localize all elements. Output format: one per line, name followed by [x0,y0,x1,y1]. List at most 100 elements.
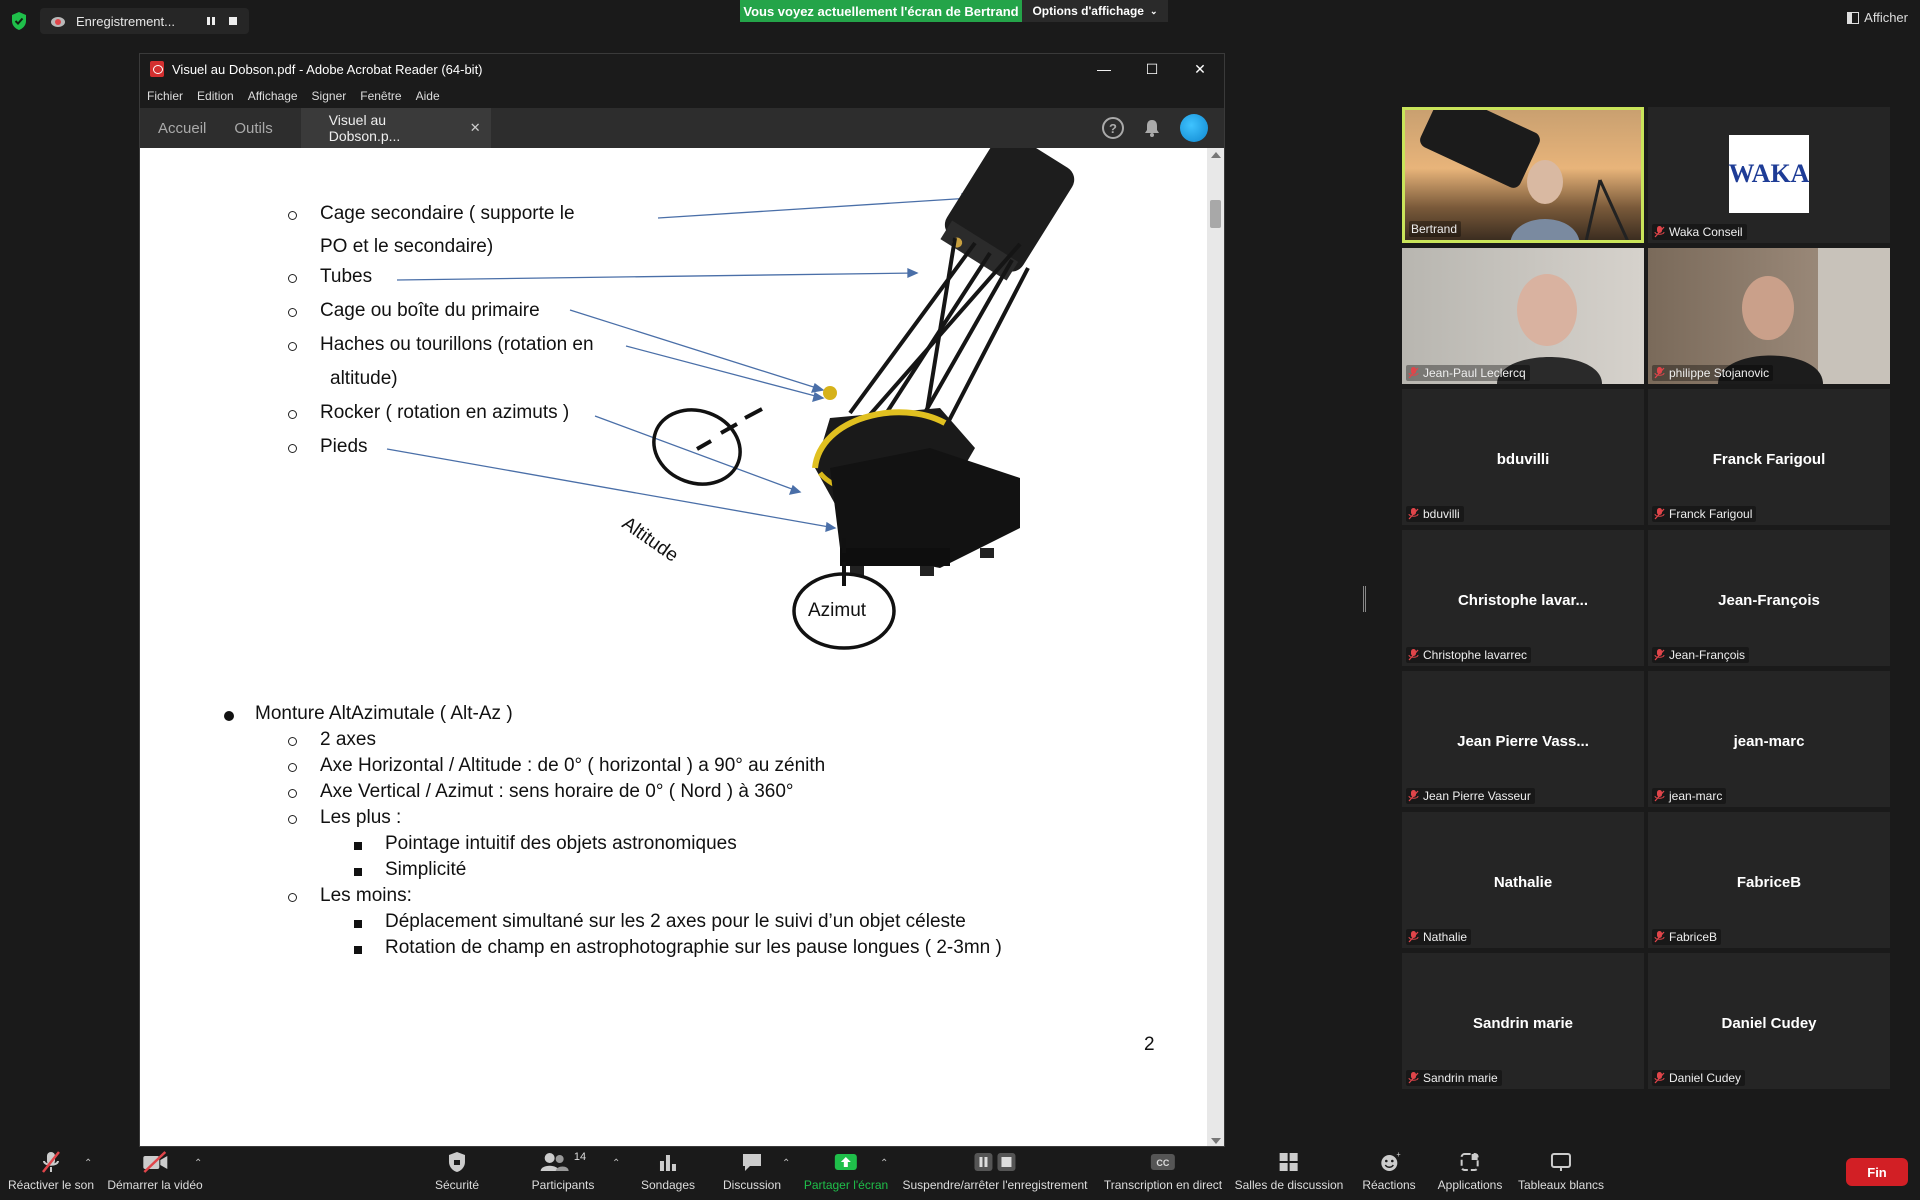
participant-name: Nathalie [1423,930,1468,944]
reactions-button[interactable]: + Réactions [1362,1150,1415,1192]
apps-icon [1460,1150,1480,1174]
account-avatar[interactable] [1180,114,1208,142]
participant-tile[interactable]: Franck Farigoul Franck Farigoul [1648,389,1890,525]
dobson-telescope-illustration [386,148,1075,650]
bullet [354,920,362,928]
participant-tile[interactable]: WAKA Waka Conseil [1648,107,1890,243]
mount-item-altitude: Axe Horizontal / Altitude : de 0° ( hori… [320,755,826,776]
bullet [354,946,362,954]
chat-button[interactable]: Discussion [723,1150,781,1192]
participant-tile[interactable]: Jean-Paul Leclercq [1402,248,1644,384]
security-button[interactable]: Sécurité [435,1150,479,1192]
muted-mic-icon [1408,1072,1419,1084]
bullet [288,763,297,772]
unmute-button[interactable]: Réactiver le son [8,1150,94,1192]
bell-icon[interactable] [1142,118,1162,138]
maximize-icon[interactable]: ☐ [1128,54,1176,84]
shield-icon[interactable] [10,11,28,31]
mount-pro-pointing: Pointage intuitif des objets astronomiqu… [385,833,737,854]
vertical-scrollbar[interactable] [1207,148,1224,1146]
menu-affichage[interactable]: Affichage [248,89,298,103]
svg-text:CC: CC [1157,1158,1170,1168]
end-meeting-button[interactable]: Fin [1846,1158,1908,1186]
mount-con-field-rotation: Rotation de champ en astrophotographie s… [385,937,1002,958]
participant-tile[interactable]: Jean-François Jean-François [1648,530,1890,666]
grid-icon [1279,1150,1299,1174]
participant-display-name: FabriceB [1736,874,1802,891]
participant-tile[interactable]: Daniel Cudey Daniel Cudey [1648,953,1890,1089]
help-icon[interactable]: ? [1102,117,1124,139]
tab-close-icon[interactable]: ✕ [470,120,481,136]
participant-display-name: Sandrin marie [1472,1015,1574,1032]
acrobat-window: Visuel au Dobson.pdf - Adobe Acrobat Rea… [139,53,1225,1147]
participant-display-name: Jean Pierre Vass... [1457,733,1589,750]
participant-tile[interactable]: Christophe lavar... Christophe lavarrec [1402,530,1644,666]
chat-options-caret[interactable]: ⌃ [782,1158,790,1169]
live-transcript-button[interactable]: CC Transcription en direct [1104,1150,1222,1192]
bullet [288,737,297,746]
mount-pro-simplicity: Simplicité [385,859,467,880]
polls-label: Sondages [640,1178,696,1192]
cloud-recording-icon [51,17,65,27]
scroll-thumb[interactable] [1210,200,1221,228]
audio-options-caret[interactable]: ⌃ [84,1158,92,1169]
tab-home[interactable]: Accueil [140,108,224,148]
participant-display-name: jean-marc [1733,733,1805,750]
close-icon[interactable]: ✕ [1176,54,1224,84]
breakout-rooms-button[interactable]: Salles de discussion [1235,1150,1343,1192]
minimize-icon[interactable]: — [1080,54,1128,84]
participant-video [1648,248,1890,384]
participant-tile[interactable]: FabriceB FabriceB [1648,812,1890,948]
security-label: Sécurité [434,1178,480,1192]
polls-button[interactable]: Sondages [641,1150,695,1192]
mount-item-azimut: Axe Vertical / Azimut : sens horaire de … [320,781,794,802]
participant-display-name: bduvilli [1496,451,1550,468]
menu-edition[interactable]: Edition [197,89,234,103]
menu-aide[interactable]: Aide [416,89,440,103]
bar-chart-icon [658,1150,678,1174]
muted-mic-icon [1654,508,1665,520]
mount-item-cons: Les moins: [320,885,412,906]
muted-mic-icon [1654,649,1665,661]
view-options-button[interactable]: Options d'affichage ⌄ [1022,0,1168,22]
participant-display-name: Christophe lavar... [1457,592,1589,609]
participant-tile[interactable]: Nathalie Nathalie [1402,812,1644,948]
tab-document[interactable]: Visuel au Dobson.p... ✕ [300,108,491,148]
pause-recording-button[interactable]: Suspendre/arrêter l'enregistrement [902,1150,1088,1192]
pdf-icon [150,61,164,77]
menu-signer[interactable]: Signer [312,89,347,103]
participant-tile[interactable]: Jean Pierre Vass... Jean Pierre Vasseur [1402,671,1644,807]
participant-tile[interactable]: bduvilli bduvilli [1402,389,1644,525]
apps-button[interactable]: Applications [1438,1150,1502,1192]
participant-name: Daniel Cudey [1669,1071,1742,1085]
participant-tile[interactable]: jean-marc jean-marc [1648,671,1890,807]
participant-name: FabriceB [1669,930,1718,944]
whiteboards-button[interactable]: Tableaux blancs [1518,1150,1604,1192]
participant-name-label: Christophe lavarrec [1406,647,1532,663]
stop-icon[interactable] [227,15,239,27]
scroll-up-icon[interactable] [1211,152,1221,158]
participant-tile[interactable]: Sandrin marie Sandrin marie [1402,953,1644,1089]
participants-options-caret[interactable]: ⌃ [612,1158,620,1169]
share-screen-button[interactable]: Partager l'écran [804,1150,888,1192]
start-video-button[interactable]: Démarrer la vidéo [107,1150,203,1192]
bullet [288,893,297,902]
share-options-caret[interactable]: ⌃ [880,1158,888,1169]
participant-name: Sandrin marie [1423,1071,1498,1085]
participant-tile[interactable]: Bertrand [1402,107,1644,243]
panel-resize-handle[interactable] [1363,586,1366,612]
show-button[interactable]: Afficher [1847,10,1908,25]
bullet [224,711,234,721]
bullet [288,410,297,419]
tab-tools[interactable]: Outils [224,108,290,148]
video-options-caret[interactable]: ⌃ [194,1158,202,1169]
scroll-down-icon[interactable] [1211,1138,1221,1144]
page-number: 2 [1144,1034,1155,1055]
participants-button[interactable]: 14 Participants [532,1150,595,1192]
menu-fichier[interactable]: Fichier [147,89,183,103]
participant-tile[interactable]: philippe Stojanovic [1648,248,1890,384]
pause-icon[interactable] [205,15,217,27]
svg-text:+: + [1396,1151,1400,1159]
menu-fenetre[interactable]: Fenêtre [360,89,401,103]
share-screen-icon [834,1150,858,1174]
